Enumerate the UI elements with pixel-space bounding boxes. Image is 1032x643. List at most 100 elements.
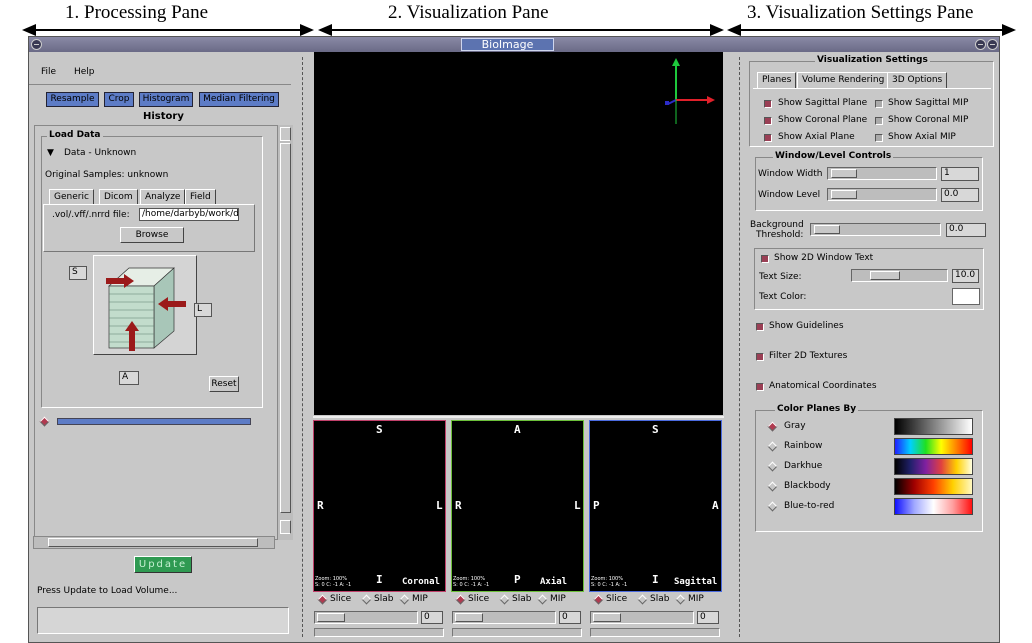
title-bar[interactable]: BioImage <box>29 37 999 52</box>
text-size-input[interactable]: 10.0 <box>952 269 979 283</box>
browse-button[interactable]: Browse <box>120 227 184 243</box>
anatomical-coordinates-checkbox[interactable] <box>756 383 764 391</box>
window-width-slider[interactable] <box>827 167 937 180</box>
file-path-input[interactable]: /home/darbyb/work/da <box>139 208 239 221</box>
background-threshold-input[interactable]: 0.0 <box>946 223 986 237</box>
show-guidelines-checkbox[interactable] <box>756 323 764 331</box>
axial-slice-radio[interactable] <box>455 594 466 605</box>
window-level-group <box>755 157 983 211</box>
show-axial-plane-checkbox[interactable] <box>764 134 772 142</box>
window-level-thumb[interactable] <box>831 190 857 199</box>
coronal-slab-label: Slab <box>374 594 394 604</box>
tab-analyze[interactable]: Analyze <box>140 189 186 205</box>
load-data-title: Load Data <box>47 130 103 140</box>
blackbody-colorbar <box>894 478 973 495</box>
tab-field[interactable]: Field <box>185 189 216 205</box>
show-sagittal-mip-checkbox[interactable] <box>875 100 883 108</box>
sagittal-slab-radio[interactable] <box>637 594 648 605</box>
divider-left[interactable] <box>302 57 303 637</box>
tab-generic[interactable]: Generic <box>49 189 94 205</box>
show-sagittal-plane-checkbox[interactable] <box>764 100 772 108</box>
show-coronal-mip-checkbox[interactable] <box>875 117 883 125</box>
window-width-input[interactable]: 1 <box>941 167 979 181</box>
status-field <box>37 607 289 634</box>
sagittal-view-name: Sagittal <box>674 577 718 587</box>
a-field[interactable]: A <box>119 371 139 385</box>
sagittal-slab-label: Slab <box>650 594 670 604</box>
l-field[interactable]: L <box>194 303 212 317</box>
axial-right-label: L <box>574 499 581 512</box>
expand-triangle-icon[interactable]: ▼ <box>47 148 54 158</box>
axial-mip-radio[interactable] <box>537 594 548 605</box>
histogram-button[interactable]: Histogram <box>139 92 193 107</box>
coronal-slice-radio[interactable] <box>317 594 328 605</box>
window-menu-icon[interactable] <box>31 39 42 50</box>
axial-slice-thumb[interactable] <box>455 613 483 622</box>
progress-bar <box>57 418 251 425</box>
axial-top-label: A <box>514 423 521 436</box>
tab-dicom[interactable]: Dicom <box>99 189 138 205</box>
coronal-slice-slider[interactable] <box>314 611 418 624</box>
text-color-swatch[interactable] <box>952 288 980 305</box>
menu-help[interactable]: Help <box>74 67 95 77</box>
tab-3d-options[interactable]: 3D Options <box>887 72 948 88</box>
coronal-slice-input[interactable]: 0 <box>421 611 443 624</box>
orientation-cube[interactable] <box>93 255 197 355</box>
update-button[interactable]: Update <box>134 556 192 573</box>
minimize-icon[interactable] <box>975 39 986 50</box>
threshold-label: Threshold: <box>756 230 804 240</box>
filter-2d-textures-checkbox[interactable] <box>756 353 764 361</box>
background-threshold-thumb[interactable] <box>814 225 840 234</box>
show-coronal-plane-checkbox[interactable] <box>764 117 772 125</box>
text-size-slider[interactable] <box>851 269 948 282</box>
axial-slab-radio[interactable] <box>499 594 510 605</box>
sagittal-slice-input[interactable]: 0 <box>697 611 719 624</box>
median-filtering-button[interactable]: Median Filtering <box>199 92 279 107</box>
axial-slice-input[interactable]: 0 <box>559 611 581 624</box>
view-3d[interactable] <box>314 52 723 415</box>
show-2d-text-checkbox[interactable] <box>761 255 769 263</box>
crop-button[interactable]: Crop <box>104 92 134 107</box>
coronal-slice-thumb[interactable] <box>317 613 345 622</box>
tab-volume-rendering[interactable]: Volume Rendering <box>797 72 890 88</box>
reset-button[interactable]: Reset <box>209 376 239 392</box>
tab-planes[interactable]: Planes <box>757 72 797 88</box>
coronal-mip-radio[interactable] <box>399 594 410 605</box>
darkhue-label: Darkhue <box>784 461 823 471</box>
resample-button[interactable]: Resample <box>46 92 99 107</box>
scroll-down-icon[interactable] <box>280 520 291 534</box>
sagittal-slice-thumb[interactable] <box>593 613 621 622</box>
menu-file[interactable]: File <box>41 67 56 77</box>
axial-slice-slider[interactable] <box>452 611 556 624</box>
window-width-thumb[interactable] <box>831 169 857 178</box>
darkhue-colorbar <box>894 458 973 475</box>
show-axial-mip-checkbox[interactable] <box>875 134 883 142</box>
coronal-slab-radio[interactable] <box>361 594 372 605</box>
history-horizontal-scrollbar[interactable] <box>33 536 275 549</box>
divider-right[interactable] <box>739 57 740 637</box>
view-coronal[interactable]: S R L I Coronal Zoom: 100% S: 0 C: -1 A:… <box>313 420 446 592</box>
sagittal-mip-radio[interactable] <box>675 594 686 605</box>
view-sagittal[interactable]: S P A I Sagittal Zoom: 100% S: 0 C: -1 A… <box>589 420 722 592</box>
text-size-thumb[interactable] <box>870 271 900 280</box>
window-level-input[interactable]: 0.0 <box>941 188 979 202</box>
show-guidelines-label: Show Guidelines <box>769 321 844 331</box>
scroll-thumb[interactable] <box>280 143 291 513</box>
annotation-processing-pane: 1. Processing Pane <box>65 2 209 23</box>
background-threshold-slider[interactable] <box>810 223 941 236</box>
s-field[interactable]: S <box>69 266 87 280</box>
sagittal-slice-radio[interactable] <box>593 594 604 605</box>
maximize-icon[interactable] <box>987 39 998 50</box>
axial-bottom-bar <box>452 628 582 637</box>
view-axial[interactable]: A R L P Axial Zoom: 100% S: 0 C: -1 A: -… <box>451 420 584 592</box>
hscroll-thumb[interactable] <box>48 538 258 547</box>
sagittal-slice-slider[interactable] <box>590 611 694 624</box>
view-divider <box>313 416 724 418</box>
progress-radio[interactable] <box>39 416 50 427</box>
history-vertical-scrollbar[interactable] <box>277 125 293 540</box>
window-level-slider[interactable] <box>827 188 937 201</box>
window-title: BioImage <box>461 38 554 51</box>
show-sagittal-plane-label: Show Sagittal Plane <box>778 98 868 108</box>
axial-coords: S: 0 C: -1 A: -1 <box>453 582 490 588</box>
scroll-up-icon[interactable] <box>280 127 291 141</box>
